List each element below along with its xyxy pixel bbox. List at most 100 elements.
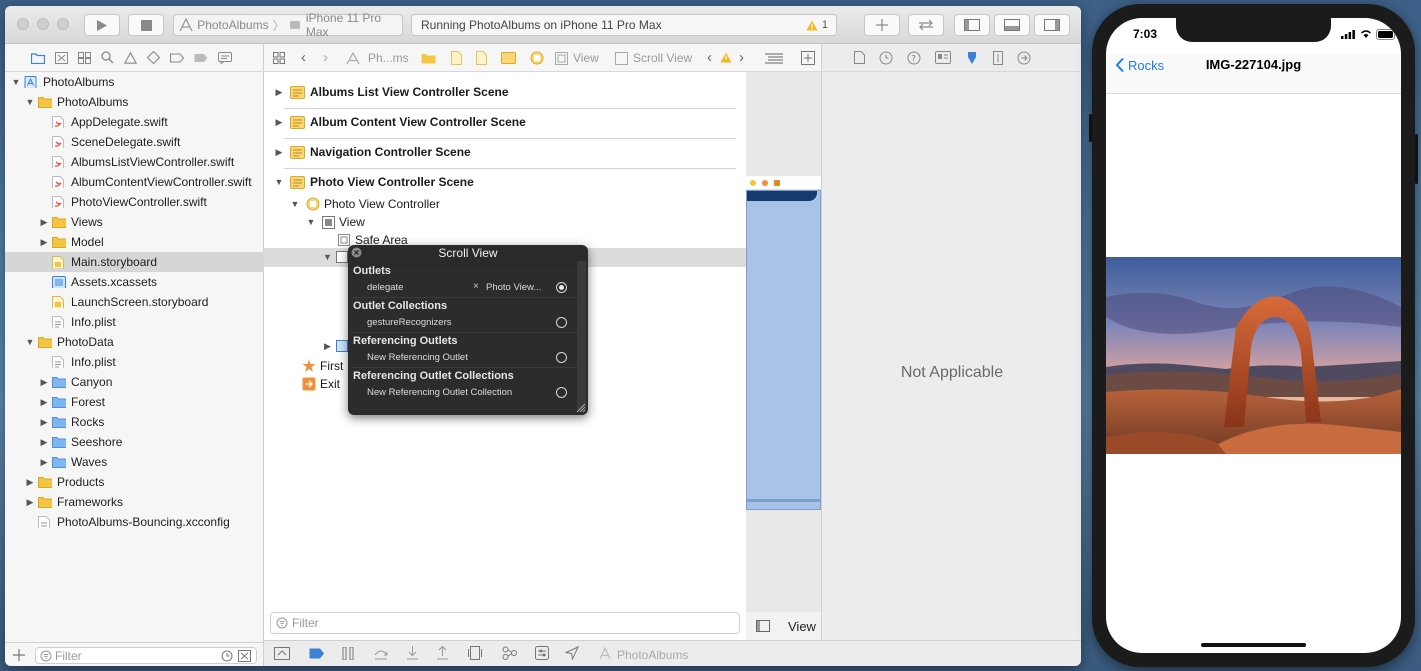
- disclosure-triangle-icon[interactable]: ▶: [39, 397, 49, 407]
- disclosure-triangle-icon[interactable]: ▼: [11, 77, 21, 87]
- issue-warning-icon[interactable]: [720, 52, 732, 63]
- disclosure-triangle-icon[interactable]: [39, 157, 49, 167]
- connection-circle[interactable]: [556, 352, 567, 363]
- disconnect-icon[interactable]: ×: [473, 281, 479, 292]
- disclosure-triangle-icon[interactable]: [39, 277, 49, 287]
- disclosure-triangle-icon[interactable]: ▶: [39, 217, 49, 227]
- file-tree-item[interactable]: Info.plist: [5, 352, 264, 372]
- symbol-navigator-icon[interactable]: [78, 51, 91, 64]
- scroll-view-preview[interactable]: [746, 190, 821, 510]
- disclosure-triangle-icon[interactable]: ▶: [324, 341, 331, 352]
- disclosure-triangle-icon[interactable]: ▶: [39, 457, 49, 467]
- disclosure-triangle-icon[interactable]: ▼: [323, 252, 332, 262]
- file-tree-item[interactable]: Info.plist: [5, 312, 264, 332]
- outline-row-photo-view-controller[interactable]: ▼ Photo View Controller: [290, 194, 440, 214]
- file-tree-item[interactable]: PhotoAlbums-Bouncing.xcconfig: [5, 512, 264, 532]
- scene-row-album-content[interactable]: ▶ Album Content View Controller Scene: [274, 112, 526, 132]
- disclosure-triangle-icon[interactable]: [39, 257, 49, 267]
- toggle-navigator-button[interactable]: [954, 14, 990, 36]
- step-over-icon[interactable]: [374, 647, 389, 660]
- file-tree-item[interactable]: ▶ Views: [5, 212, 264, 232]
- view-as-label[interactable]: View: [788, 619, 816, 634]
- forward-chevron-icon[interactable]: ›: [323, 49, 328, 66]
- toggle-inspector-button[interactable]: [1034, 14, 1070, 36]
- disclosure-triangle-icon[interactable]: ▶: [39, 237, 49, 247]
- file-tree-item[interactable]: ▼ PhotoAlbums: [5, 92, 264, 112]
- memory-graph-icon[interactable]: [502, 646, 518, 660]
- connection-circle[interactable]: [556, 317, 567, 328]
- popover-scrollbar[interactable]: [577, 261, 586, 411]
- disclosure-triangle-icon[interactable]: ▶: [25, 497, 35, 507]
- code-review-button[interactable]: [908, 14, 944, 36]
- disclosure-triangle-icon[interactable]: ▶: [39, 377, 49, 387]
- outlet-target[interactable]: Photo View...: [486, 282, 541, 293]
- file-tree-item[interactable]: PhotoViewController.swift: [5, 192, 264, 212]
- warning-indicator[interactable]: 1: [806, 19, 828, 31]
- file-tree-item[interactable]: AppDelegate.swift: [5, 112, 264, 132]
- debug-target-label[interactable]: PhotoAlbums: [617, 648, 688, 662]
- report-navigator-icon[interactable]: [218, 51, 232, 64]
- file-tree-item[interactable]: Main.storyboard: [5, 252, 264, 272]
- crumb-scene-icon[interactable]: [501, 52, 516, 64]
- toggle-debug-button[interactable]: [994, 14, 1030, 36]
- disclosure-triangle-icon[interactable]: ▶: [274, 117, 284, 127]
- find-navigator-icon[interactable]: [101, 51, 114, 64]
- disclosure-triangle-icon[interactable]: [39, 177, 49, 187]
- disclosure-triangle-icon[interactable]: ▶: [39, 417, 49, 427]
- crumb-project[interactable]: Ph...ms: [368, 51, 409, 65]
- disclosure-triangle-icon[interactable]: ▼: [306, 217, 316, 227]
- add-file-icon[interactable]: [13, 649, 25, 661]
- simulate-location-icon[interactable]: [565, 646, 579, 660]
- disclosure-triangle-icon[interactable]: ▶: [274, 147, 284, 157]
- step-out-icon[interactable]: [436, 646, 449, 660]
- navigator-filter-input[interactable]: Filter: [35, 647, 257, 664]
- scm-filter-icon[interactable]: [238, 650, 251, 662]
- minimize-window-button[interactable]: [37, 18, 49, 30]
- issue-navigator-icon[interactable]: [124, 51, 137, 64]
- size-inspector-icon[interactable]: [993, 50, 1003, 65]
- file-tree-item[interactable]: Assets.xcassets: [5, 272, 264, 292]
- photo-image-view[interactable]: [1106, 257, 1401, 454]
- zoom-window-button[interactable]: [57, 18, 69, 30]
- scene-row-photo-view[interactable]: ▼ Photo View Controller Scene: [274, 172, 474, 192]
- test-navigator-icon[interactable]: [147, 51, 160, 64]
- step-into-icon[interactable]: [406, 646, 419, 660]
- prev-issue-icon[interactable]: ‹: [707, 49, 712, 66]
- related-items-icon[interactable]: [273, 52, 285, 64]
- crumb-scrollview-icon[interactable]: [615, 52, 628, 65]
- disclosure-triangle-icon[interactable]: [39, 317, 49, 327]
- recent-files-icon[interactable]: [221, 650, 233, 662]
- disclosure-triangle-icon[interactable]: ▶: [274, 87, 284, 97]
- stop-button[interactable]: [128, 14, 164, 36]
- attributes-inspector-icon[interactable]: [965, 51, 979, 65]
- file-tree-item[interactable]: ▶ Canyon: [5, 372, 264, 392]
- hide-debug-area-icon[interactable]: [274, 647, 290, 660]
- crumb-folder-icon[interactable]: [421, 52, 436, 64]
- resize-grip-icon[interactable]: [575, 402, 586, 413]
- disclosure-triangle-icon[interactable]: ▼: [290, 199, 300, 209]
- disclosure-triangle-icon[interactable]: ▶: [25, 477, 35, 487]
- disclosure-triangle-icon[interactable]: ▼: [274, 177, 284, 187]
- outline-toggle-icon[interactable]: [756, 620, 770, 632]
- view-debugger-icon[interactable]: [468, 646, 482, 660]
- file-tree-item[interactable]: ▶ Waves: [5, 452, 264, 472]
- file-tree-item[interactable]: LaunchScreen.storyboard: [5, 292, 264, 312]
- file-tree-item[interactable]: SceneDelegate.swift: [5, 132, 264, 152]
- connections-inspector-icon[interactable]: [1017, 51, 1031, 65]
- outline-row-view[interactable]: ▼ View: [306, 212, 365, 232]
- file-tree-item[interactable]: ▼ PhotoData: [5, 332, 264, 352]
- scheme-selector[interactable]: PhotoAlbums 〉 iPhone 11 Pro Max: [173, 11, 403, 39]
- close-window-button[interactable]: [17, 18, 29, 30]
- environment-overrides-icon[interactable]: [535, 646, 549, 660]
- outline-row-first-responder[interactable]: First: [302, 356, 343, 376]
- help-inspector-icon[interactable]: ?: [907, 51, 921, 65]
- debug-navigator-icon[interactable]: [170, 52, 184, 64]
- disclosure-triangle-icon[interactable]: [39, 137, 49, 147]
- disclosure-triangle-icon[interactable]: ▼: [25, 337, 35, 347]
- next-issue-icon[interactable]: ›: [739, 49, 744, 66]
- source-control-icon[interactable]: [55, 51, 68, 64]
- history-inspector-icon[interactable]: [879, 51, 893, 65]
- file-tree-item[interactable]: ▶ Model: [5, 232, 264, 252]
- crumb-view[interactable]: View: [573, 51, 599, 65]
- outline-filter-input[interactable]: Filter: [270, 612, 740, 634]
